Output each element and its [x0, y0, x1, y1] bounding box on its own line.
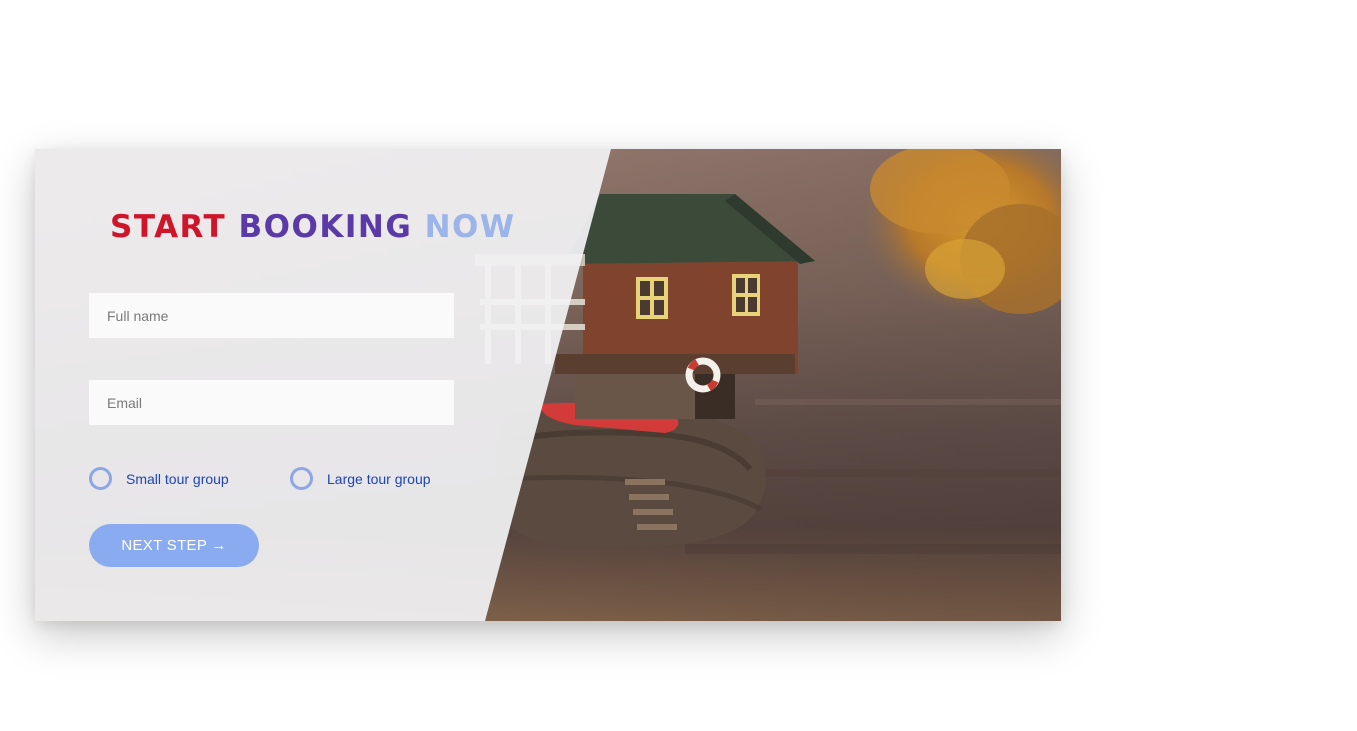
small-tour-group-option[interactable]: Small tour group	[89, 467, 229, 490]
small-tour-group-label: Small tour group	[126, 470, 229, 487]
small-tour-group-radio[interactable]	[89, 467, 112, 490]
title-word-start: START	[110, 209, 227, 245]
email-input[interactable]	[89, 380, 454, 425]
next-step-button[interactable]: NEXT STEP →	[89, 524, 259, 567]
booking-card: START BOOKING NOW Small tour group Large…	[35, 149, 1061, 621]
booking-title: START BOOKING NOW	[110, 209, 516, 245]
large-tour-group-radio[interactable]	[290, 467, 313, 490]
title-word-now: NOW	[424, 209, 516, 245]
large-tour-group-label: Large tour group	[327, 470, 431, 487]
title-word-booking: BOOKING	[238, 209, 413, 245]
large-tour-group-option[interactable]: Large tour group	[290, 467, 431, 490]
full-name-input[interactable]	[89, 293, 454, 338]
